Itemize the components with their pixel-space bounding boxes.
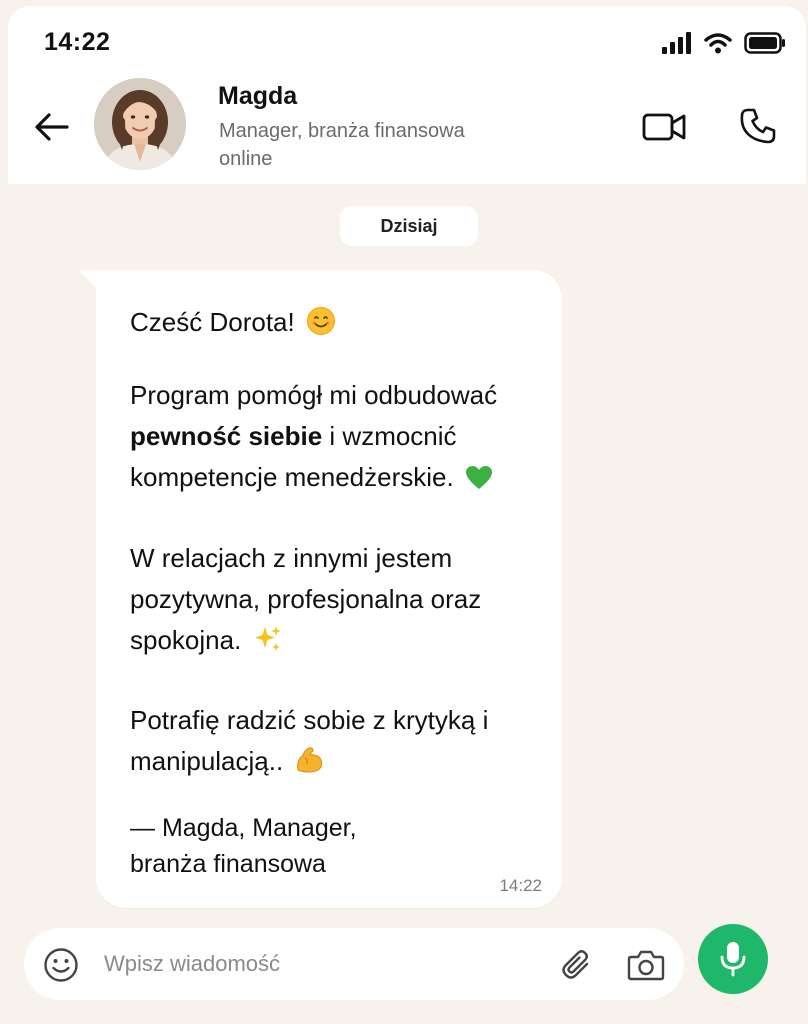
paperclip-icon xyxy=(562,950,589,979)
message-greeting: Cześć Dorota! xyxy=(130,302,550,348)
microphone-icon xyxy=(720,942,746,977)
video-call-button[interactable] xyxy=(640,105,688,149)
phone-icon xyxy=(740,108,776,144)
contact-name[interactable]: Magda xyxy=(218,82,297,111)
back-button[interactable] xyxy=(30,105,74,149)
emoji-button[interactable] xyxy=(42,946,80,984)
chat-header: 14:22 Magda Manager, branża finansowa on… xyxy=(8,6,806,184)
voice-message-button[interactable] xyxy=(698,924,768,994)
p1-bold-text: pewność siebie xyxy=(130,421,323,451)
smile-emoji-icon xyxy=(306,306,336,348)
message-input[interactable] xyxy=(104,946,524,982)
flexed-biceps-emoji-icon xyxy=(294,745,324,787)
p1-text-a: Program pomógł mi odbudować xyxy=(130,380,498,410)
status-icons xyxy=(662,32,786,54)
status-time: 14:22 xyxy=(44,28,111,56)
contact-subtitle: Manager, branża finansowa xyxy=(219,120,465,142)
signature-line-2: branża finansowa xyxy=(130,850,326,878)
voice-call-button[interactable] xyxy=(736,104,780,148)
camera-icon xyxy=(627,950,665,981)
date-divider: Dzisiaj xyxy=(340,206,478,246)
message-time: 14:22 xyxy=(499,876,542,895)
message-bubble[interactable]: Cześć Dorota! Program pomógł mi odbudowa… xyxy=(96,270,562,908)
signature-line-1: — Magda, Manager, xyxy=(130,814,357,842)
camera-button[interactable] xyxy=(626,946,666,984)
p2-text: W relacjach z innymi jestem pozytywna, p… xyxy=(130,543,482,655)
emoji-icon xyxy=(44,948,78,982)
contact-status: online xyxy=(219,148,273,170)
avatar[interactable] xyxy=(94,78,186,170)
signal-icon xyxy=(662,32,691,54)
battery-icon xyxy=(744,32,785,54)
avatar-photo xyxy=(94,78,186,170)
wifi-icon xyxy=(704,33,732,54)
message-signature: — Magda, Manager, branża finansowa xyxy=(130,810,550,882)
green-heart-emoji-icon xyxy=(465,462,493,503)
message-paragraph-1: Program pomógł mi odbudować pewność sieb… xyxy=(130,375,550,503)
message-composer xyxy=(24,928,684,1000)
message-paragraph-2: W relacjach z innymi jestem pozytywna, p… xyxy=(130,538,550,666)
back-arrow-icon xyxy=(35,113,69,141)
video-camera-icon xyxy=(642,113,686,141)
attach-button[interactable] xyxy=(558,946,596,984)
message-paragraph-3: Potrafię radzić sobie z krytyką i manipu… xyxy=(130,700,550,787)
greeting-text: Cześć Dorota! xyxy=(130,307,295,337)
chat-screen: 14:22 Magda Manager, branża finansowa on… xyxy=(0,0,808,1024)
sparkles-emoji-icon xyxy=(253,624,283,666)
